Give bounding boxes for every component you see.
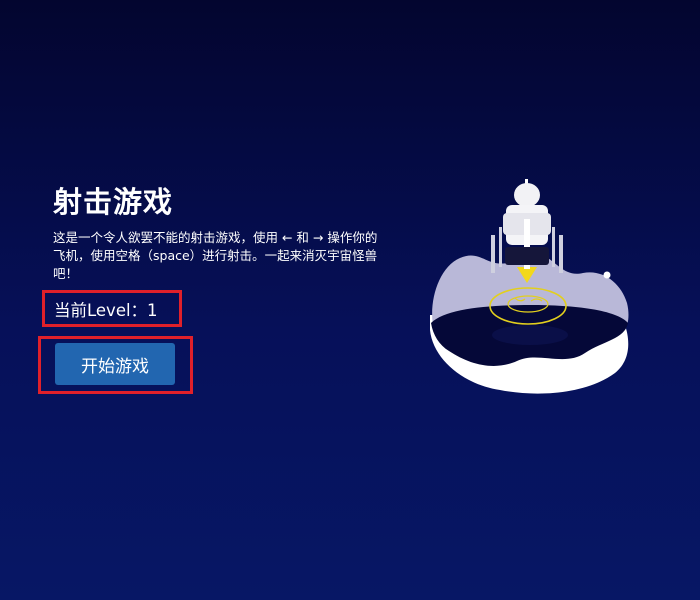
rocket-planet-illustration (425, 175, 635, 400)
game-description: 这是一个令人欲罢不能的射击游戏，使用 ← 和 → 操作你的飞机，使用空格（spa… (53, 230, 378, 281)
rocket-illustration-icon (430, 179, 629, 394)
intro-panel: 射击游戏 这是一个令人欲罢不能的射击游戏，使用 ← 和 → 操作你的飞机，使用空… (38, 180, 393, 394)
start-button-highlight: 开始游戏 (38, 336, 193, 394)
start-game-button[interactable]: 开始游戏 (55, 343, 175, 385)
game-title: 射击游戏 (53, 185, 174, 219)
current-level-text: 当前Level：1 (54, 300, 158, 320)
current-level-display: 当前Level：1 (42, 290, 182, 327)
